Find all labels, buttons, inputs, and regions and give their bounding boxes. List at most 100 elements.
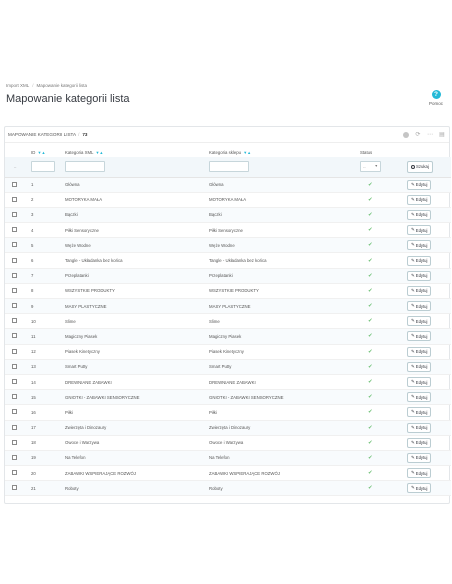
row-checkbox[interactable] (12, 257, 17, 263)
table-row[interactable]: 6 Tangle - Układanka bez końca Tangle - Uk… (5, 252, 451, 269)
refresh-icon[interactable]: ⟳ (414, 131, 422, 139)
table-row[interactable]: 7 Przeplatanki Przeplatanki ✔ ✎ Edytuj (5, 268, 451, 284)
row-checkbox[interactable] (12, 379, 17, 385)
status-enabled-icon[interactable]: ✔ (368, 409, 373, 415)
status-enabled-icon[interactable]: ✔ (368, 288, 373, 294)
add-new-icon[interactable] (402, 131, 410, 139)
row-checkbox[interactable] (12, 454, 17, 460)
status-enabled-icon[interactable]: ✔ (368, 197, 373, 203)
edit-button[interactable]: ✎ Edytuj (407, 392, 432, 403)
status-enabled-icon[interactable]: ✔ (368, 258, 373, 264)
status-enabled-icon[interactable]: ✔ (368, 333, 373, 339)
edit-button[interactable]: ✎ Edytuj (407, 437, 432, 448)
status-enabled-icon[interactable]: ✔ (368, 273, 373, 279)
status-enabled-icon[interactable]: ✔ (368, 485, 373, 491)
table-row[interactable]: 21 Roboty Roboty ✔ ✎ Edytuj (5, 480, 451, 497)
row-checkbox[interactable] (12, 318, 17, 324)
row-checkbox[interactable] (12, 242, 17, 248)
table-row[interactable]: 13 Smart Putty Smart Putty ✔ ✎ Edytuj (5, 359, 451, 375)
status-enabled-icon[interactable]: ✔ (368, 470, 373, 476)
sort-arrows-icon[interactable]: ▼▲ (243, 150, 251, 155)
edit-button[interactable]: ✎ Edytuj (407, 346, 432, 357)
edit-button[interactable]: ✎ Edytuj (407, 194, 432, 205)
row-checkbox[interactable] (12, 272, 17, 278)
table-row[interactable]: 12 Piasek Kinetyczny Piasek Kinetyczny ✔ ✎ Ed… (5, 344, 451, 360)
table-row[interactable]: 16 Piłki Piłki ✔ ✎ Edytuj (5, 404, 451, 421)
edit-button[interactable]: ✎ Edytuj (407, 422, 432, 433)
row-checkbox[interactable] (12, 303, 17, 309)
column-header-id[interactable]: ID ▼▲ (31, 147, 65, 157)
status-enabled-icon[interactable]: ✔ (368, 242, 373, 248)
table-row[interactable]: 14 DREWNIANE ZABAWKI DREWNIANE ZABAWKI ✔ ✎ Ed… (5, 374, 451, 391)
status-enabled-icon[interactable]: ✔ (368, 425, 373, 431)
edit-button[interactable]: ✎ Edytuj (407, 179, 432, 190)
row-checkbox[interactable] (12, 196, 17, 202)
sort-arrows-icon[interactable]: ▼▲ (95, 150, 103, 155)
status-enabled-icon[interactable]: ✔ (368, 349, 373, 355)
status-enabled-icon[interactable]: ✔ (368, 394, 373, 400)
edit-button[interactable]: ✎ Edytuj (407, 468, 432, 479)
table-row[interactable]: 15 GNIOTKI - ZABAWKI SENSORYCZNE GNIOTKI -… (5, 389, 451, 406)
row-checkbox[interactable] (12, 348, 17, 354)
table-row[interactable]: 19 Na Telefon Na Telefon ✔ ✎ Edytuj (5, 450, 451, 467)
help-button[interactable]: ? Pomoc (426, 90, 446, 106)
edit-button[interactable]: ✎ Edytuj (407, 270, 432, 281)
table-row[interactable]: 11 Magiczny Piasek Magiczny Piasek ✔ ✎ Edytuj (5, 328, 451, 345)
edit-button[interactable]: ✎ Edytuj (407, 209, 432, 220)
edit-button[interactable]: ✎ Edytuj (407, 331, 432, 342)
table-row[interactable]: 18 Owoce i Warzywa Owoce i Warzywa ✔ ✎ Edytuj (5, 435, 451, 451)
edit-button[interactable]: ✎ Edytuj (407, 240, 432, 251)
edit-button[interactable]: ✎ Edytuj (407, 285, 432, 296)
row-checkbox[interactable] (12, 227, 17, 233)
row-checkbox[interactable] (12, 363, 17, 369)
filter-status-select[interactable]: -- ▼ (360, 161, 381, 173)
row-checkbox[interactable] (12, 470, 17, 476)
row-checkbox[interactable] (12, 394, 17, 400)
sort-arrows-icon[interactable]: ▼▲ (38, 150, 46, 155)
row-checkbox[interactable] (12, 287, 17, 293)
status-enabled-icon[interactable]: ✔ (368, 303, 373, 309)
row-checkbox[interactable] (12, 409, 17, 415)
edit-button[interactable]: ✎ Edytuj (407, 301, 432, 312)
edit-button[interactable]: ✎ Edytuj (407, 225, 432, 236)
status-enabled-icon[interactable]: ✔ (368, 379, 373, 385)
table-row[interactable]: 3 Bączki Bączki ✔ ✎ Edytuj (5, 207, 451, 224)
table-row[interactable]: 20 ZABAWKI WSPIERAJĄCE ROZWÓJ ZABAWKI WSPI… (5, 465, 451, 482)
more-icon[interactable]: ⋯ (426, 131, 434, 139)
table-row[interactable]: 8 WSZYSTKIE PRODUKTY WSZYSTKIE PRODUKTY ✔ ✎ E… (5, 283, 451, 300)
table-row[interactable]: 5 Węże Wodne Węże Wodne ✔ ✎ Edytuj (5, 237, 451, 254)
edit-button[interactable]: ✎ Edytuj (407, 361, 432, 372)
table-row[interactable]: 2 MOTORYKA MAŁA MOTORYKA MAŁA ✔ ✎ Edytuj (5, 192, 451, 208)
edit-button[interactable]: ✎ Edytuj (407, 483, 432, 494)
status-enabled-icon[interactable]: ✔ (368, 182, 373, 188)
edit-button[interactable]: ✎ Edytuj (407, 316, 432, 327)
table-row[interactable]: 10 Slime Slime ✔ ✎ Edytuj (5, 313, 451, 330)
status-enabled-icon[interactable]: ✔ (368, 455, 373, 461)
column-header-shop[interactable]: Kategoria sklepu ▼▲ (209, 147, 360, 157)
row-checkbox[interactable] (12, 211, 17, 217)
status-enabled-icon[interactable]: ✔ (368, 212, 373, 218)
filter-shop-input[interactable] (209, 161, 249, 173)
breadcrumb-item-import-xml[interactable]: Import XML (6, 83, 29, 88)
status-enabled-icon[interactable]: ✔ (368, 318, 373, 324)
table-row[interactable]: 4 Piłki Sensoryczne Piłki Sensoryczne ✔ ✎ Edy… (5, 222, 451, 239)
edit-button[interactable]: ✎ Edytuj (407, 377, 432, 388)
row-checkbox[interactable] (12, 439, 17, 445)
row-checkbox[interactable] (12, 333, 17, 339)
status-enabled-icon[interactable]: ✔ (368, 440, 373, 446)
table-row[interactable]: 17 Zwierzęta i Dinozaury Zwierzęta i Dinoz… (5, 420, 451, 436)
table-row[interactable]: 1 Główna Główna ✔ ✎ Edytuj (5, 177, 451, 193)
row-checkbox[interactable] (12, 424, 17, 430)
status-enabled-icon[interactable]: ✔ (368, 227, 373, 233)
sql-manager-icon[interactable]: ▤ (438, 131, 446, 139)
filter-xml-input[interactable] (65, 161, 105, 173)
edit-button[interactable]: ✎ Edytuj (407, 255, 432, 266)
column-header-xml[interactable]: Kategoria XML ▼▲ (65, 147, 209, 157)
edit-button[interactable]: ✎ Edytuj (407, 407, 432, 418)
filter-id-input[interactable] (31, 161, 55, 173)
row-checkbox[interactable] (12, 485, 17, 491)
search-button[interactable]: Szukaj (407, 160, 433, 173)
edit-button[interactable]: ✎ Edytuj (407, 452, 432, 463)
table-row[interactable]: 9 MASY PLASTYCZNE MASY PLASTYCZNE ✔ ✎ Edytuj (5, 298, 451, 315)
row-checkbox[interactable] (12, 181, 17, 187)
